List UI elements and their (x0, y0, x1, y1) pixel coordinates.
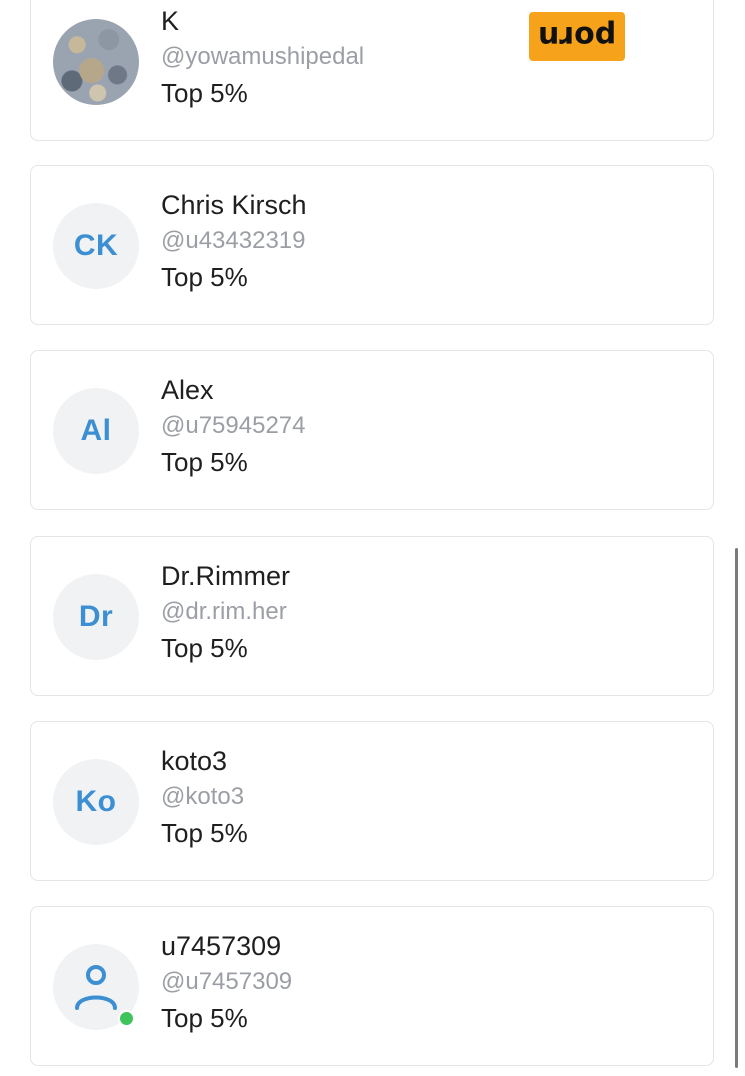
badge-label: porn (537, 19, 617, 54)
user-card[interactable]: K @yowamushipedal Top 5% porn (30, 0, 714, 141)
avatar[interactable]: Al (53, 388, 139, 474)
user-name: Chris Kirsch (161, 190, 307, 220)
user-rank: Top 5% (161, 262, 248, 292)
user-rank: Top 5% (161, 818, 248, 848)
avatar[interactable]: Dr (53, 574, 139, 660)
user-name: koto3 (161, 746, 228, 776)
user-rank: Top 5% (161, 447, 248, 477)
avatar-initials: Ko (75, 785, 117, 818)
user-list: K @yowamushipedal Top 5% porn CK Chris K… (0, 0, 745, 1076)
user-handle: @u75945274 (161, 412, 306, 439)
avatar-initials: CK (73, 229, 119, 262)
user-name: Alex (161, 375, 214, 405)
scrollbar[interactable] (735, 548, 738, 1068)
user-card[interactable]: CK Chris Kirsch @u43432319 Top 5% (30, 165, 714, 325)
user-name: u7457309 (161, 931, 282, 961)
user-rank: Top 5% (161, 1003, 248, 1033)
user-name: Dr.Rimmer (161, 561, 290, 591)
online-status-dot (118, 1010, 135, 1027)
user-handle: @u7457309 (161, 968, 293, 995)
user-card[interactable]: Dr Dr.Rimmer @dr.rim.her Top 5% (30, 536, 714, 696)
avatar[interactable]: CK (53, 203, 139, 289)
user-icon (75, 965, 117, 1010)
user-card[interactable]: u7457309 @u7457309 Top 5% (30, 906, 714, 1066)
user-handle: @koto3 (161, 783, 245, 810)
avatar[interactable]: Ko (53, 759, 139, 845)
user-rank: Top 5% (161, 78, 248, 108)
user-card[interactable]: Ko koto3 @koto3 Top 5% (30, 721, 714, 881)
avatar-initials: Al (80, 414, 112, 447)
user-name: K (161, 6, 180, 36)
user-handle: @u43432319 (161, 227, 306, 254)
user-rank: Top 5% (161, 633, 248, 663)
user-handle: @dr.rim.her (161, 598, 287, 625)
user-card[interactable]: Al Alex @u75945274 Top 5% (30, 350, 714, 510)
avatar[interactable] (53, 19, 139, 105)
badge: porn (529, 12, 625, 61)
user-handle: @yowamushipedal (161, 43, 365, 70)
avatar-initials: Dr (78, 600, 114, 633)
